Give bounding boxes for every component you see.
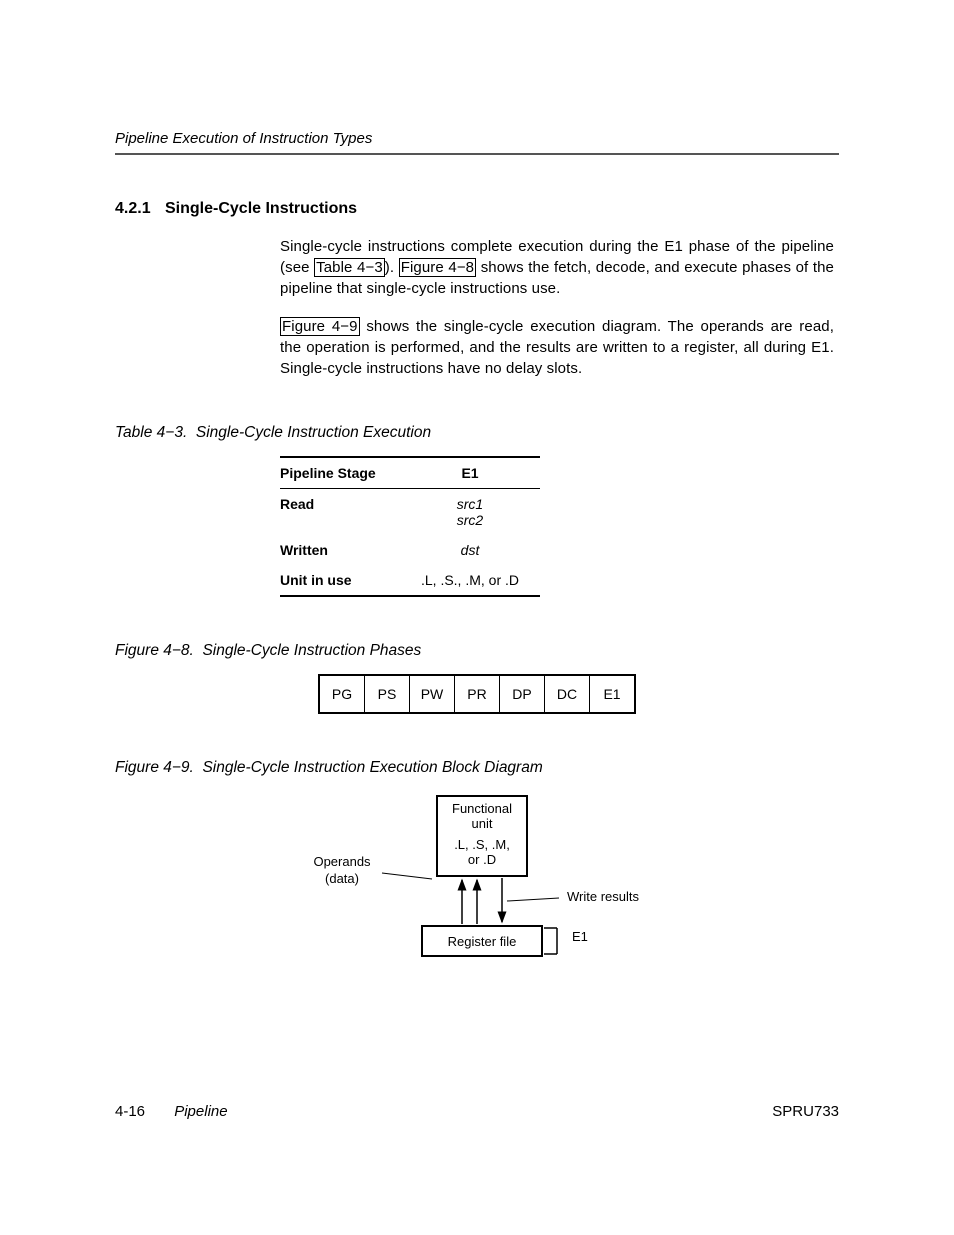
func-unit-label: unit bbox=[472, 816, 493, 831]
section-title: Single-Cycle Instructions bbox=[165, 200, 357, 218]
th-e1: E1 bbox=[400, 465, 540, 481]
page-num: 4-16 bbox=[115, 1103, 145, 1120]
td-value: src1 src2 bbox=[400, 496, 540, 528]
func-unit-units: or .D bbox=[468, 852, 496, 867]
section-number: 4.2.1 bbox=[115, 200, 165, 218]
operands-label: (data) bbox=[325, 871, 359, 886]
td-value: .L, .S., .M, or .D bbox=[400, 572, 540, 588]
caption-number: Figure 4−8. bbox=[115, 642, 194, 659]
text: shows the single-cycle execution diagram… bbox=[280, 318, 834, 377]
xref-figure-4-8[interactable]: Figure 4−8 bbox=[399, 258, 476, 277]
page-footer: 4-16 Pipeline SPRU733 bbox=[115, 1103, 839, 1120]
figure-4-9: Functional unit .L, .S, .M, or .D Regist… bbox=[115, 791, 839, 971]
caption-number: Figure 4−9. bbox=[115, 759, 194, 776]
phase-cell: PR bbox=[455, 676, 500, 712]
func-unit-units: .L, .S, .M, bbox=[454, 837, 510, 852]
table-row: Unit in use .L, .S., .M, or .D bbox=[280, 565, 540, 595]
paragraph-2: Figure 4−9 shows the single-cycle execut… bbox=[280, 316, 834, 379]
text: src2 bbox=[400, 512, 540, 528]
header-rule bbox=[115, 153, 839, 155]
operands-label: Operands bbox=[313, 854, 371, 869]
running-header: Pipeline Execution of Instruction Types bbox=[115, 130, 839, 147]
table-row: Written dst bbox=[280, 535, 540, 565]
func-unit-label: Functional bbox=[452, 801, 512, 816]
footer-page-number: 4-16 Pipeline bbox=[115, 1103, 228, 1120]
phase-cell: PG bbox=[320, 676, 365, 712]
td-label: Written bbox=[280, 542, 400, 558]
caption-number: Table 4−3. bbox=[115, 424, 187, 441]
block-diagram-svg: Functional unit .L, .S, .M, or .D Regist… bbox=[267, 791, 687, 971]
e1-label: E1 bbox=[572, 929, 588, 944]
figure-4-9-caption: Figure 4−9. Single-Cycle Instruction Exe… bbox=[115, 759, 839, 777]
footer-chapter: Pipeline bbox=[174, 1103, 227, 1120]
phase-cell: E1 bbox=[590, 676, 634, 712]
phases-row: PG PS PW PR DP DC E1 bbox=[318, 674, 636, 714]
td-value: dst bbox=[400, 542, 540, 558]
paragraph-1: Single-cycle instructions complete execu… bbox=[280, 236, 834, 299]
footer-doc-id: SPRU733 bbox=[772, 1103, 839, 1120]
xref-table-4-3[interactable]: Table 4−3 bbox=[314, 258, 385, 277]
xref-figure-4-9[interactable]: Figure 4−9 bbox=[280, 317, 360, 336]
register-file-label: Register file bbox=[448, 934, 517, 949]
caption-title: Single-Cycle Instruction Execution Block… bbox=[202, 759, 542, 776]
table-4-3: Pipeline Stage E1 Read src1 src2 Written… bbox=[280, 456, 540, 597]
phase-cell: DC bbox=[545, 676, 590, 712]
text: ). bbox=[385, 259, 399, 276]
td-label: Read bbox=[280, 496, 400, 528]
page: Pipeline Execution of Instruction Types … bbox=[0, 0, 954, 1235]
section-heading: 4.2.1 Single-Cycle Instructions bbox=[115, 200, 839, 218]
figure-4-8: PG PS PW PR DP DC E1 bbox=[115, 674, 839, 714]
table-4-3-caption: Table 4−3. Single-Cycle Instruction Exec… bbox=[115, 424, 839, 442]
table-row: Read src1 src2 bbox=[280, 489, 540, 535]
caption-title: Single-Cycle Instruction Phases bbox=[202, 642, 421, 659]
write-results-label: Write results bbox=[567, 889, 639, 904]
phase-cell: DP bbox=[500, 676, 545, 712]
phase-cell: PS bbox=[365, 676, 410, 712]
table-header-row: Pipeline Stage E1 bbox=[280, 458, 540, 489]
caption-title: Single-Cycle Instruction Execution bbox=[196, 424, 431, 441]
phase-cell: PW bbox=[410, 676, 455, 712]
figure-4-8-caption: Figure 4−8. Single-Cycle Instruction Pha… bbox=[115, 642, 839, 660]
td-label: Unit in use bbox=[280, 572, 400, 588]
text: src1 bbox=[400, 496, 540, 512]
th-pipeline-stage: Pipeline Stage bbox=[280, 465, 400, 481]
